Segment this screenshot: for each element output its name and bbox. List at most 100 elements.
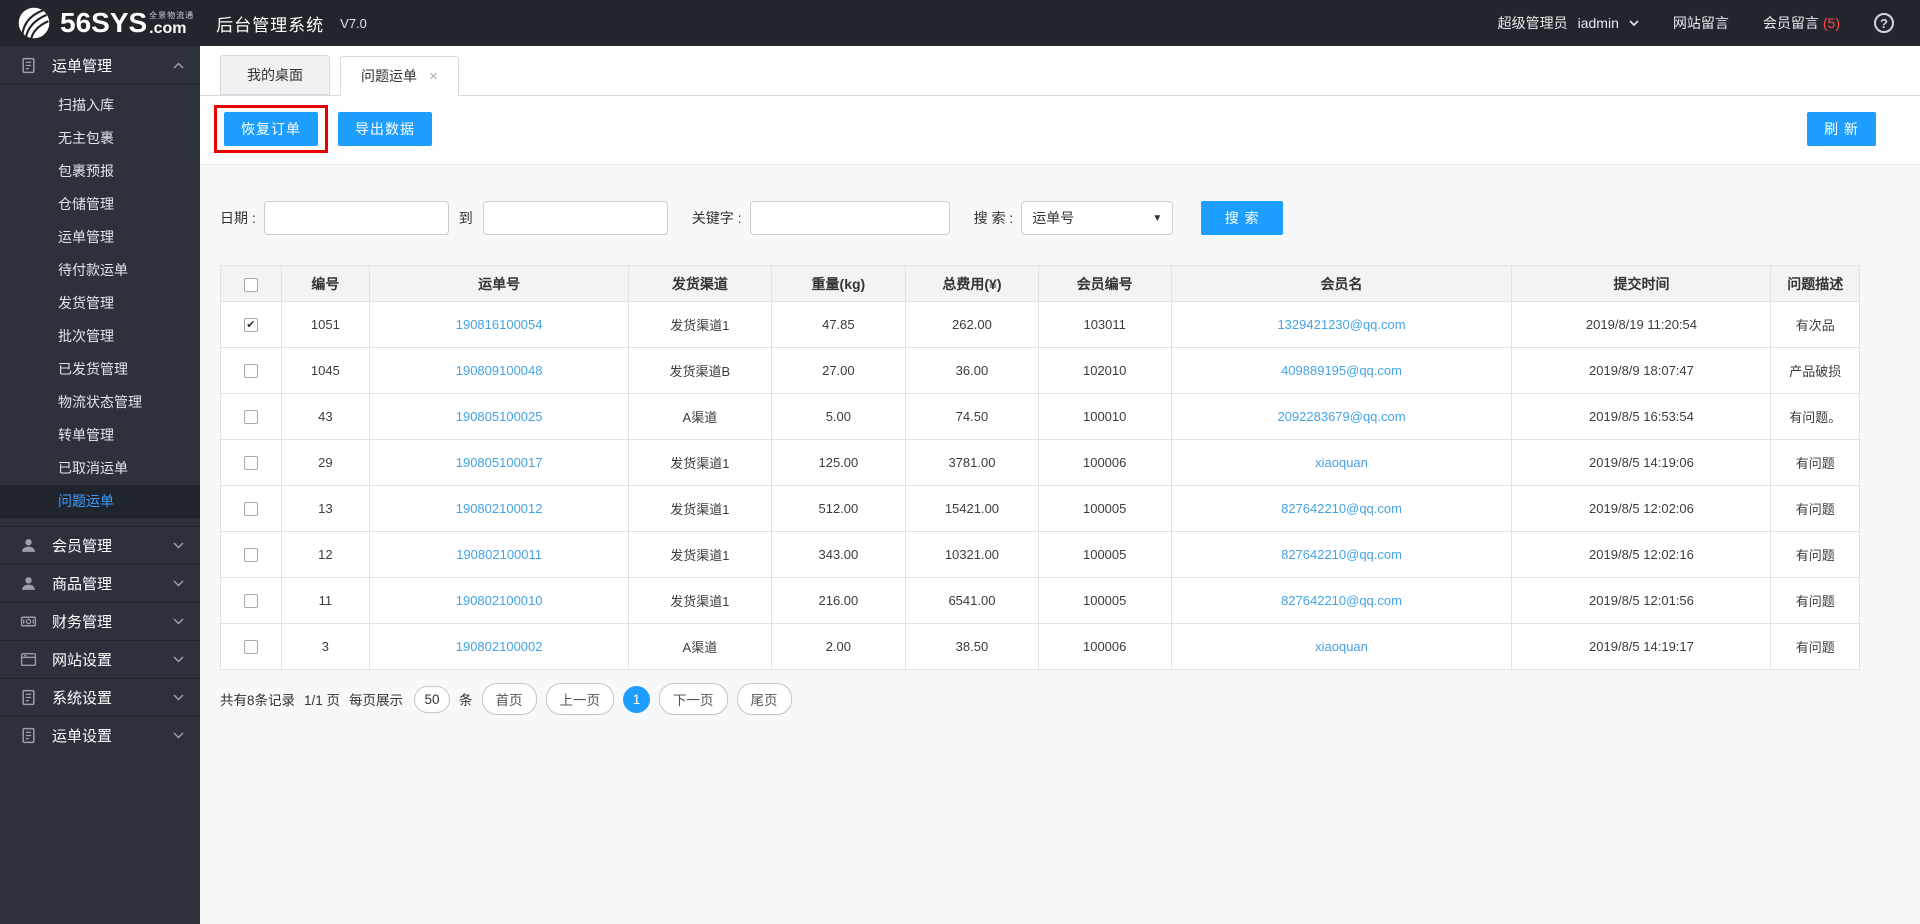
sidebar-item[interactable]: 已发货管理 — [0, 353, 200, 386]
cell-submit_time: 2019/8/5 14:19:17 — [1511, 623, 1772, 670]
sidebar-group-label: 运单设置 — [52, 728, 113, 745]
sidebar-item[interactable]: 转单管理 — [0, 419, 200, 452]
cell-id: 13 — [280, 485, 371, 532]
site-messages-link[interactable]: 网站留言 — [1673, 13, 1729, 33]
cell-total_fee: 10321.00 — [905, 531, 1039, 578]
annotation-highlight: 恢复订单 — [214, 105, 328, 153]
current-page-button[interactable]: 1 — [623, 685, 651, 713]
cell-submit_time: 2019/8/5 16:53:54 — [1511, 393, 1772, 440]
first-page-button[interactable]: 首页 — [481, 683, 537, 715]
member-link[interactable]: 2092283679@qq.com — [1277, 409, 1405, 424]
waybill-link[interactable]: 190809100048 — [456, 363, 543, 378]
export-data-button[interactable]: 导出数据 — [338, 112, 432, 146]
row-checkbox[interactable] — [243, 548, 258, 563]
search-type-select[interactable]: 运单号 ▼ — [1021, 201, 1174, 235]
table-row: 12 190802100011 发货渠道1 343.00 10321.00 100005 8… — [220, 531, 1860, 578]
member-link[interactable]: 827642210@qq.com — [1281, 501, 1402, 516]
sidebar-group-5[interactable]: 系统设置 — [0, 678, 200, 716]
sidebar-group-0[interactable]: 运单管理 — [0, 46, 200, 84]
member-link[interactable]: xiaoquan — [1315, 455, 1368, 470]
sidebar-item[interactable]: 包裹预报 — [0, 155, 200, 188]
user-menu[interactable]: 超级管理员 iadmin — [1498, 13, 1639, 33]
select-all-checkbox[interactable] — [243, 277, 258, 292]
member-link[interactable]: 827642210@qq.com — [1281, 593, 1402, 608]
table-row: 11 190802100010 发货渠道1 216.00 6541.00 100005 82… — [220, 577, 1860, 624]
member-link[interactable]: 827642210@qq.com — [1281, 547, 1402, 562]
cell-member_id: 100005 — [1037, 577, 1172, 624]
sidebar-item[interactable]: 仓储管理 — [0, 188, 200, 221]
sidebar-item[interactable]: 批次管理 — [0, 320, 200, 353]
row-checkbox[interactable] — [243, 318, 258, 333]
prev-page-button[interactable]: 上一页 — [545, 683, 615, 715]
cell-member_id: 100006 — [1037, 623, 1172, 670]
cell-issue: 有次品 — [1770, 301, 1860, 348]
member-link[interactable]: 409889195@qq.com — [1281, 363, 1402, 378]
cell-total_fee: 15421.00 — [905, 485, 1039, 532]
sidebar-group-6[interactable]: 运单设置 — [0, 716, 200, 754]
row-checkbox[interactable] — [243, 364, 258, 379]
keyword-input[interactable] — [749, 201, 950, 235]
restore-order-button[interactable]: 恢复订单 — [224, 112, 318, 146]
cell-total_fee: 74.50 — [905, 393, 1039, 440]
cell-member_name: xiaoquan — [1170, 623, 1513, 670]
member-link[interactable]: xiaoquan — [1315, 639, 1368, 654]
sidebar-item[interactable]: 运单管理 — [0, 221, 200, 254]
sidebar-group-3[interactable]: 财务管理 — [0, 602, 200, 640]
row-checkbox[interactable] — [243, 456, 258, 471]
cell-id: 29 — [280, 439, 371, 486]
date-to-input[interactable] — [482, 201, 668, 235]
row-checkbox[interactable] — [243, 640, 258, 655]
sidebar-group-2[interactable]: 商品管理 — [0, 564, 200, 602]
sidebar-item-active[interactable]: 问题运单 — [0, 485, 200, 518]
sidebar-group-1[interactable]: 会员管理 — [0, 526, 200, 564]
sidebar-group-label: 财务管理 — [52, 614, 113, 631]
sidebar-item[interactable]: 发货管理 — [0, 287, 200, 320]
sidebar-item[interactable]: 扫描入库 — [0, 89, 200, 122]
member-messages-link[interactable]: 会员留言 (5) — [1763, 13, 1840, 33]
sidebar-item[interactable]: 物流状态管理 — [0, 386, 200, 419]
waybill-link[interactable]: 190802100011 — [456, 547, 542, 562]
cell-total_fee: 38.50 — [905, 623, 1039, 670]
brand-name: 56SYS — [60, 7, 148, 38]
sidebar-item[interactable]: 待付款运单 — [0, 254, 200, 287]
select-caret-icon: ▼ — [1152, 212, 1163, 224]
logo-swoosh-icon — [18, 7, 50, 39]
column-header: 会员编号 — [1037, 265, 1172, 302]
row-checkbox[interactable] — [243, 502, 258, 517]
cell-weight: 27.00 — [770, 347, 907, 394]
waybill-link[interactable]: 190802100012 — [456, 501, 543, 516]
date-from-input[interactable] — [263, 201, 449, 235]
sidebar-item[interactable]: 无主包裹 — [0, 122, 200, 155]
next-page-button[interactable]: 下一页 — [659, 683, 728, 715]
cell-channel: 发货渠道1 — [628, 577, 772, 624]
filter-row: 日期 : 到 关键字 : 搜 索 : 运单号 ▼ 搜 索 — [220, 201, 1860, 235]
cell-submit_time: 2019/8/19 11:20:54 — [1511, 301, 1772, 348]
sidebar-group-label: 会员管理 — [52, 538, 113, 555]
close-icon[interactable]: × — [429, 69, 438, 84]
waybill-link[interactable]: 190802100002 — [456, 639, 543, 654]
waybill-doc-icon — [20, 57, 37, 74]
column-header: 重量(kg) — [770, 265, 907, 302]
sidebar-group-4[interactable]: 网站设置 — [0, 640, 200, 678]
tab-1-active[interactable]: 问题运单 × — [340, 56, 459, 96]
cell-issue: 有问题 — [1770, 623, 1860, 670]
chevron-down-icon — [173, 694, 184, 701]
waybill-link[interactable]: 190805100025 — [456, 409, 543, 424]
chevron-down-icon — [173, 732, 184, 739]
sidebar-item[interactable]: 已取消运单 — [0, 452, 200, 485]
tab-0[interactable]: 我的桌面 — [220, 55, 330, 95]
row-checkbox[interactable] — [243, 410, 258, 425]
per-page-input[interactable]: 50 — [414, 685, 451, 713]
row-checkbox[interactable] — [243, 594, 258, 609]
last-page-button[interactable]: 尾页 — [736, 683, 792, 715]
refresh-button[interactable]: 刷 新 — [1807, 112, 1876, 146]
waybill-link[interactable]: 190805100017 — [456, 455, 543, 470]
cell-weight: 216.00 — [770, 577, 907, 624]
member-link[interactable]: 1329421230@qq.com — [1277, 317, 1405, 332]
search-button[interactable]: 搜 索 — [1201, 201, 1284, 235]
waybill-link[interactable]: 190816100054 — [456, 317, 543, 332]
doc-icon — [20, 727, 37, 744]
cell-issue: 有问题 — [1770, 485, 1860, 532]
help-icon[interactable]: ? — [1874, 13, 1894, 33]
waybill-link[interactable]: 190802100010 — [456, 593, 543, 608]
